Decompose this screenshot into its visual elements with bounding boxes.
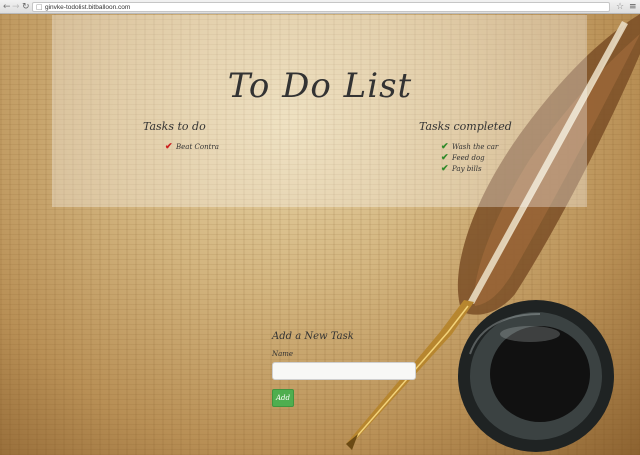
- page-title: To Do List: [227, 66, 413, 106]
- reload-icon[interactable]: ↻: [22, 1, 30, 13]
- todo-item[interactable]: ✔ Beat Contra: [165, 142, 219, 153]
- menu-icon[interactable]: ≡: [629, 1, 637, 13]
- star-icon[interactable]: ☆: [616, 1, 624, 13]
- address-bar[interactable]: □ ginvke-todolist.bitballoon.com: [32, 2, 610, 12]
- tasks-completed-heading: Tasks completed: [419, 120, 512, 133]
- checkmark-icon: ✔: [441, 142, 449, 152]
- checkmark-icon: ✔: [441, 164, 449, 174]
- checkmark-icon[interactable]: ✔: [165, 142, 175, 153]
- name-label: Name: [272, 350, 294, 358]
- add-task-button[interactable]: Add: [272, 389, 294, 407]
- completed-item: ✔ Feed dog: [441, 153, 498, 164]
- task-name-input[interactable]: [272, 362, 416, 380]
- tasks-to-do-heading: Tasks to do: [143, 120, 206, 133]
- back-arrow-icon[interactable]: ←: [3, 1, 11, 13]
- browser-toolbar: ← → ↻ □ ginvke-todolist.bitballoon.com ☆…: [0, 0, 640, 14]
- completed-item: ✔ Wash the car: [441, 142, 498, 153]
- tasks-to-do-list: ✔ Beat Contra: [165, 142, 219, 153]
- forward-arrow-icon[interactable]: →: [12, 1, 20, 13]
- completed-item-label: Pay bills: [452, 165, 482, 173]
- checkmark-icon: ✔: [441, 153, 449, 163]
- tasks-completed-list: ✔ Wash the car ✔ Feed dog ✔ Pay bills: [441, 142, 498, 175]
- completed-item-label: Feed dog: [452, 154, 485, 162]
- add-task-heading: Add a New Task: [272, 331, 354, 342]
- page-background: To Do List Tasks to do ✔ Beat Contra Task…: [0, 14, 640, 455]
- todo-item-label: Beat Contra: [176, 143, 219, 151]
- page-icon: □: [36, 3, 43, 11]
- completed-item-label: Wash the car: [452, 143, 499, 151]
- completed-item: ✔ Pay bills: [441, 164, 498, 175]
- address-url[interactable]: ginvke-todolist.bitballoon.com: [45, 3, 130, 12]
- header-panel: [52, 15, 587, 207]
